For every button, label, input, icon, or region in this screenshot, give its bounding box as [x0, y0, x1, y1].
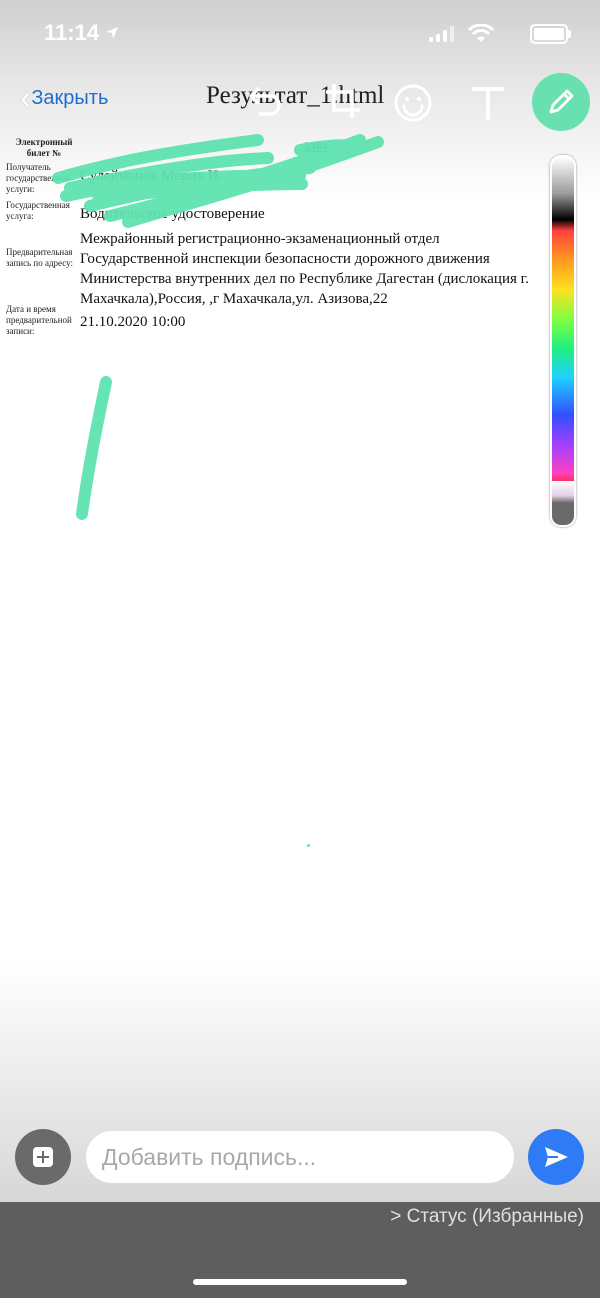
- plus-icon: [33, 1147, 53, 1167]
- stray-dot: [307, 844, 310, 847]
- send-button[interactable]: [528, 1129, 584, 1185]
- status-recipients-link[interactable]: > Статус (Избранные): [390, 1206, 584, 1228]
- add-media-button[interactable]: [15, 1129, 71, 1185]
- caption-input[interactable]: [86, 1131, 514, 1183]
- home-indicator: [193, 1279, 407, 1285]
- drawing-overlay: [52, 134, 384, 520]
- send-icon: [545, 1147, 568, 1167]
- color-picker-slider[interactable]: [550, 155, 576, 527]
